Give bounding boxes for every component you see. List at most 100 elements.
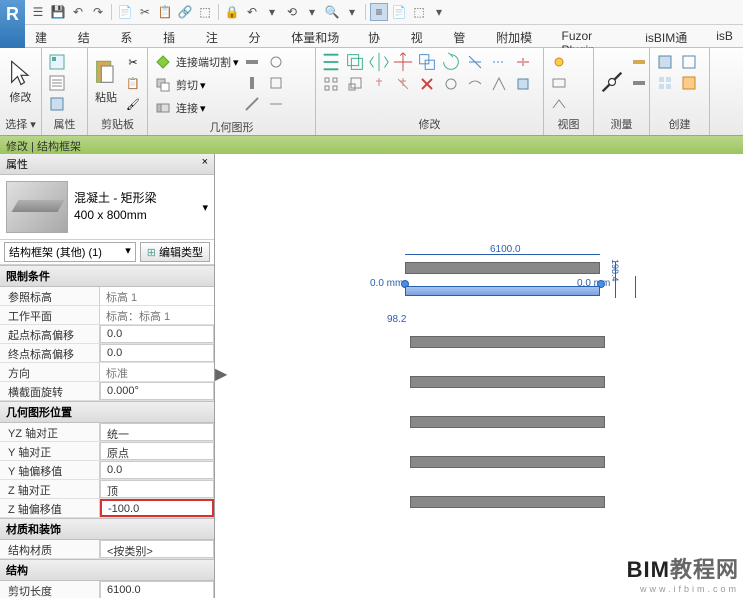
modify-tool-button[interactable]: 修改	[4, 52, 37, 112]
dimension-text[interactable]: 0.0 mm	[370, 278, 403, 289]
dropdown-icon[interactable]: ▾	[200, 79, 206, 92]
tab-struct[interactable]: 结构	[68, 25, 111, 47]
tab-fuzor[interactable]: Fuzor Plugin	[551, 25, 635, 47]
beam-element[interactable]	[410, 456, 605, 468]
edit-type-button[interactable]: ⊞ 编辑类型	[140, 242, 210, 262]
dropdown-icon[interactable]: ▾	[303, 3, 321, 21]
tab-insert[interactable]: 插入	[153, 25, 196, 47]
dimension-text[interactable]: 6100.0	[490, 244, 521, 255]
category-constraints[interactable]: 限制条件	[0, 265, 214, 287]
end-offset-input[interactable]: 0.0	[100, 344, 214, 362]
copy-icon[interactable]: 📋	[122, 73, 144, 93]
qat-menu-icon[interactable]: ☰	[29, 3, 47, 21]
tab-isbim2[interactable]: isB	[706, 25, 743, 47]
trim-icon[interactable]	[464, 52, 486, 72]
view-icon[interactable]	[548, 94, 570, 114]
geom-icon[interactable]	[241, 94, 263, 114]
beam-element[interactable]	[410, 496, 605, 508]
dim-icon[interactable]	[628, 73, 650, 93]
type-selector[interactable]: 混凝土 - 矩形梁 400 x 800mm ▾	[0, 175, 214, 240]
copy-icon[interactable]: 📋	[156, 3, 174, 21]
material-input[interactable]: <按类别>	[100, 540, 214, 558]
geom-icon[interactable]	[241, 52, 263, 72]
scale-icon[interactable]	[344, 74, 366, 94]
undo2-icon[interactable]: ↶	[243, 3, 261, 21]
cut-length-input[interactable]: 6100.0	[100, 581, 214, 598]
rotate-icon[interactable]	[440, 52, 462, 72]
beam-element-selected[interactable]	[405, 286, 600, 296]
geom-icon[interactable]	[265, 94, 287, 114]
move-icon[interactable]	[392, 52, 414, 72]
paste-button[interactable]: 粘贴	[92, 52, 120, 112]
cut-geom-icon[interactable]	[152, 75, 174, 95]
beam-element[interactable]	[410, 416, 605, 428]
create-icon[interactable]	[678, 52, 700, 72]
split-icon[interactable]	[512, 52, 534, 72]
dropdown-icon[interactable]: ▾	[200, 102, 206, 115]
tool-icon[interactable]	[512, 74, 534, 94]
tab-addons[interactable]: 附加模块	[486, 25, 551, 47]
beam-element[interactable]	[405, 262, 600, 274]
create-icon[interactable]	[654, 52, 676, 72]
tab-annotate[interactable]: 注释	[196, 25, 239, 47]
z-just-input[interactable]: 顶	[100, 480, 214, 498]
region-icon[interactable]: ⬚	[196, 3, 214, 21]
view-icon[interactable]	[548, 73, 570, 93]
type-icon[interactable]	[46, 73, 68, 93]
save-icon[interactable]: 💾	[49, 3, 67, 21]
zoom-icon[interactable]: 🔍	[323, 3, 341, 21]
offset-icon[interactable]	[344, 52, 366, 72]
window-icon[interactable]: ⬚	[410, 3, 428, 21]
y-offset-input[interactable]: 0.0	[100, 461, 214, 479]
measure-icon[interactable]	[598, 52, 626, 112]
tab-analyze[interactable]: 分析	[239, 25, 282, 47]
redo-icon[interactable]: ↷	[89, 3, 107, 21]
geom-icon[interactable]	[241, 73, 263, 93]
tool-icon[interactable]	[440, 74, 462, 94]
extend-icon[interactable]	[488, 52, 510, 72]
rotation-input[interactable]: 0.000°	[100, 382, 214, 400]
tab-collab[interactable]: 协作	[358, 25, 401, 47]
start-offset-input[interactable]: 0.0	[100, 325, 214, 343]
tool-icon[interactable]	[464, 74, 486, 94]
dimension-text[interactable]: 98.2	[387, 314, 406, 325]
close-icon[interactable]: ×	[202, 156, 208, 172]
dropdown-icon[interactable]: ▾	[343, 3, 361, 21]
panel-splitter[interactable]: ▶	[215, 364, 227, 388]
open-icon[interactable]: 📄	[116, 3, 134, 21]
geom-icon[interactable]	[265, 73, 287, 93]
tab-system[interactable]: 系统	[110, 25, 153, 47]
tab-manage[interactable]: 管理	[443, 25, 486, 47]
doc-icon[interactable]: 📄	[390, 3, 408, 21]
yz-just-input[interactable]: 统一	[100, 423, 214, 441]
family-icon[interactable]	[46, 94, 68, 114]
tool-icon[interactable]	[488, 74, 510, 94]
drawing-canvas[interactable]: ▶ 6100.0 0.0 mm 0.0 mm 198.4 98.2 BIM教程网…	[215, 154, 743, 598]
tab-arch[interactable]: 建筑	[25, 25, 68, 47]
dropdown-icon[interactable]: ▾	[202, 201, 208, 214]
category-structural[interactable]: 结构	[0, 559, 214, 581]
beam-element[interactable]	[410, 376, 605, 388]
align-icon[interactable]	[320, 52, 342, 72]
z-offset-input[interactable]: -100.0	[100, 499, 214, 517]
dropdown-icon[interactable]: ▾	[233, 56, 239, 69]
y-just-input[interactable]: 原点	[100, 442, 214, 460]
match-icon[interactable]: 🖌	[122, 94, 144, 114]
undo-icon[interactable]: ↶	[69, 3, 87, 21]
unpin-icon[interactable]	[392, 74, 414, 94]
link-icon[interactable]: 🔗	[176, 3, 194, 21]
instance-filter[interactable]: 结构框架 (其他) (1)▾	[4, 242, 136, 262]
dropdown-icon[interactable]: ▾	[263, 3, 281, 21]
lock-icon[interactable]: 🔒	[223, 3, 241, 21]
pin-icon[interactable]	[368, 74, 390, 94]
category-geometry[interactable]: 几何图形位置	[0, 401, 214, 423]
copy-icon[interactable]	[416, 52, 438, 72]
props-icon[interactable]	[46, 52, 68, 72]
cope-icon[interactable]	[152, 52, 174, 72]
dimension-text[interactable]: 198.4	[610, 259, 620, 282]
create-icon[interactable]	[654, 73, 676, 93]
view-icon[interactable]	[548, 52, 570, 72]
delete-icon[interactable]	[416, 74, 438, 94]
dropdown-icon[interactable]: ▾	[430, 3, 448, 21]
array-icon[interactable]	[320, 74, 342, 94]
